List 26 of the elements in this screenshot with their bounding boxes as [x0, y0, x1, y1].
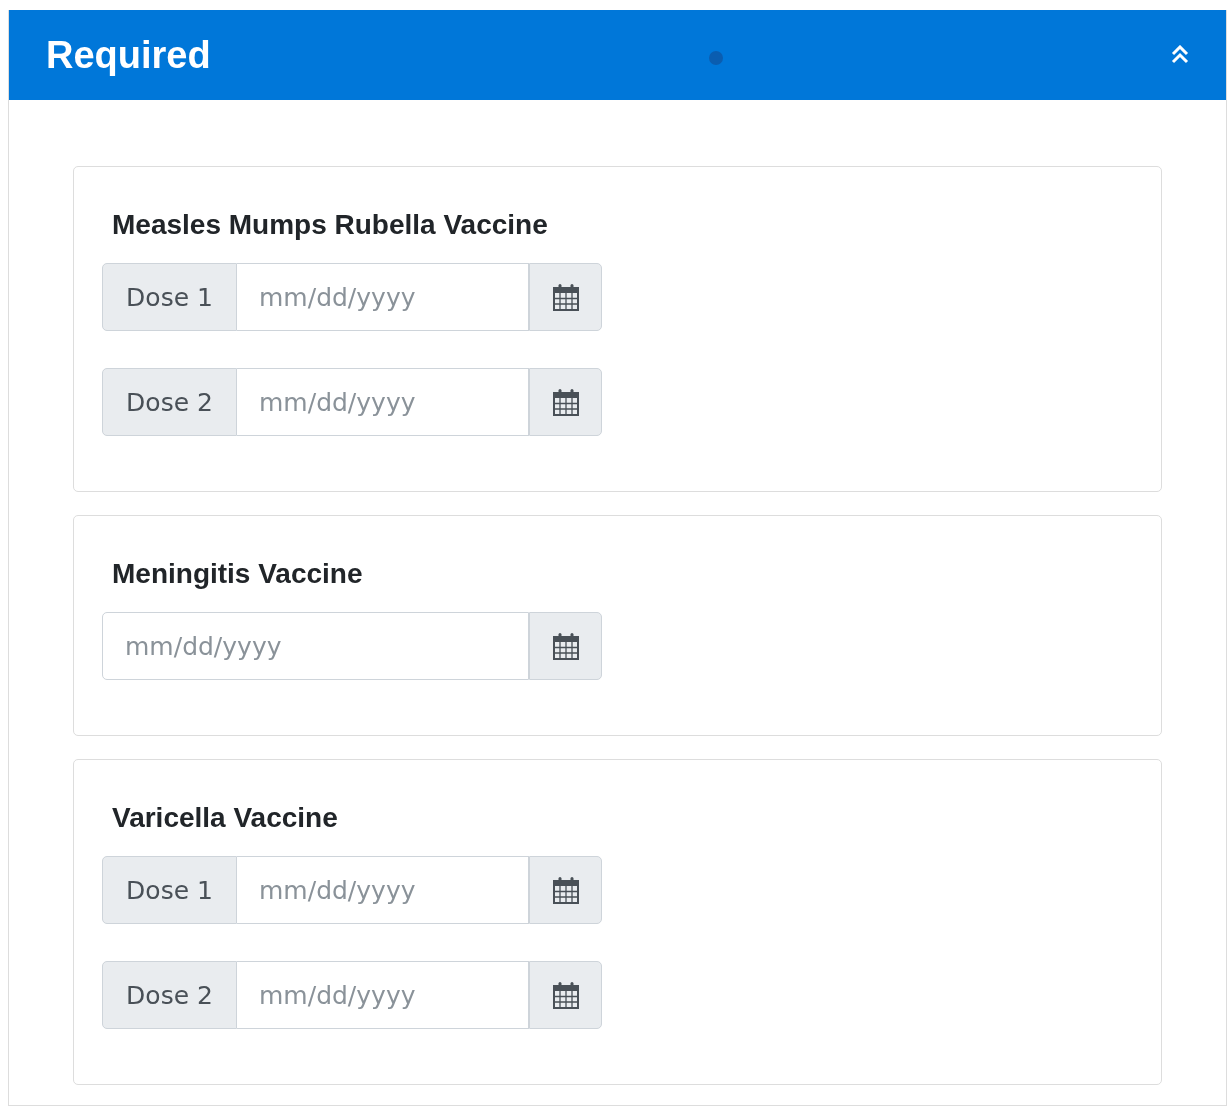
- calendar-icon: [552, 981, 579, 1009]
- dose-label: Dose 1: [102, 263, 237, 331]
- calendar-icon: [552, 388, 579, 416]
- date-field[interactable]: mm/dd/yyyy: [102, 612, 529, 680]
- date-field[interactable]: mm/dd/yyyy: [237, 368, 529, 436]
- calendar-button[interactable]: [529, 856, 602, 924]
- dot-icon: [709, 51, 723, 65]
- dose-label: Dose 2: [102, 961, 237, 1029]
- dose-label: Dose 2: [102, 368, 237, 436]
- dose-label: Dose 1: [102, 856, 237, 924]
- date-field[interactable]: mm/dd/yyyy: [237, 856, 529, 924]
- calendar-button[interactable]: [529, 263, 602, 331]
- calendar-button[interactable]: [529, 961, 602, 1029]
- calendar-button[interactable]: [529, 368, 602, 436]
- date-field[interactable]: mm/dd/yyyy: [237, 263, 529, 331]
- date-field[interactable]: mm/dd/yyyy: [237, 961, 529, 1029]
- vaccine-name: Measles Mumps Rubella Vaccine: [112, 209, 549, 241]
- double-chevron-icon: [1170, 45, 1190, 65]
- panel-title: Required: [46, 33, 211, 77]
- collapse-button[interactable]: [1170, 45, 1190, 65]
- calendar-icon: [552, 283, 579, 311]
- calendar-icon: [552, 632, 579, 660]
- vaccine-name: Meningitis Vaccine: [112, 558, 364, 590]
- calendar-button[interactable]: [529, 612, 602, 680]
- calendar-icon: [552, 876, 579, 904]
- vaccine-name: Varicella Vaccine: [112, 802, 339, 834]
